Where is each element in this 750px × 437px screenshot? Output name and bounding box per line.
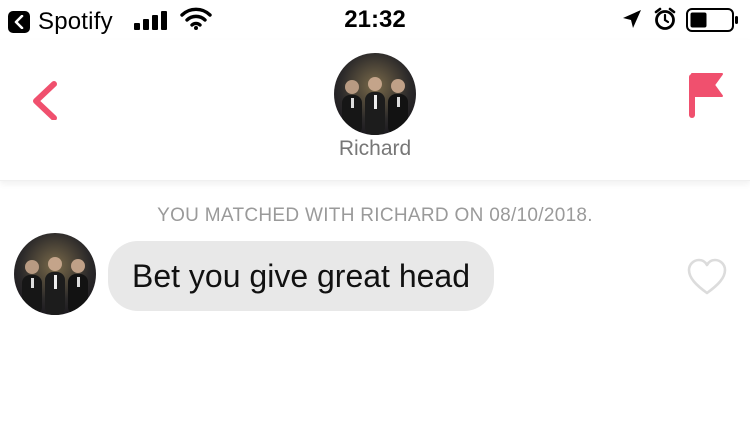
back-chevron-icon — [33, 81, 57, 121]
flag-icon — [689, 73, 723, 118]
match-name: Richard — [338, 137, 412, 160]
battery-icon — [686, 8, 740, 37]
heart-outline-icon — [687, 258, 727, 295]
status-bar: Spotify 21:32 — [0, 0, 750, 40]
chat-header: Richard — [0, 40, 750, 181]
match-notice: YOU MATCHED WITH RICHARD ON 08/10/2018. — [157, 205, 593, 226]
match-avatar[interactable] — [334, 53, 416, 135]
message-bubble[interactable]: Bet you give great head — [108, 241, 495, 311]
location-arrow-icon — [621, 8, 643, 35]
report-button[interactable] — [686, 70, 726, 120]
sender-avatar[interactable] — [14, 233, 96, 315]
like-message-button[interactable] — [686, 257, 728, 297]
alarm-icon — [653, 7, 677, 36]
back-button[interactable] — [26, 80, 66, 121]
